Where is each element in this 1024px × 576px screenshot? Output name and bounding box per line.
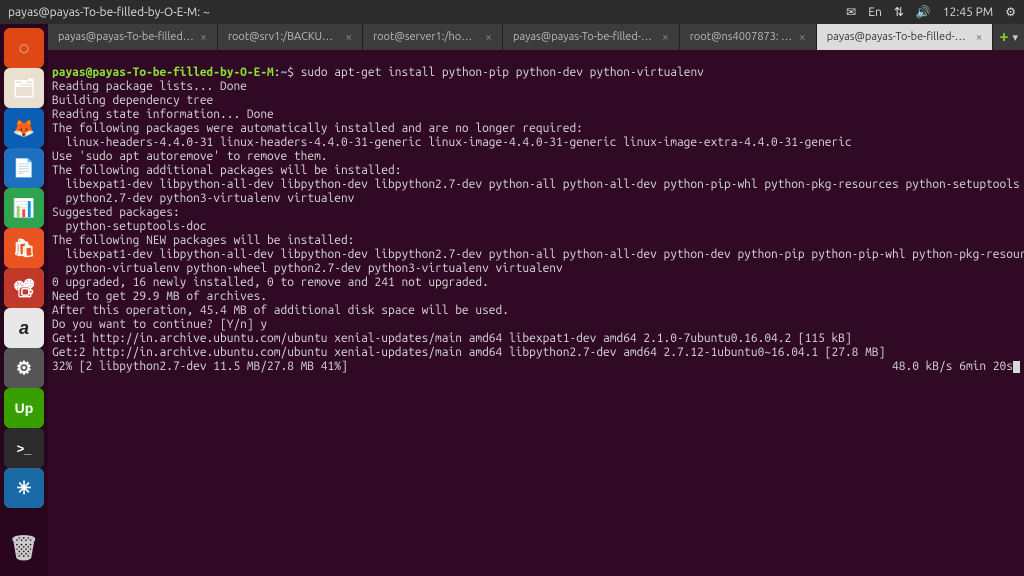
launcher-item-app-blue[interactable]: ✳ — [4, 468, 44, 508]
session-gear-icon[interactable]: ⚙ — [1005, 5, 1016, 19]
download-progress-left: 32% [2 libpython2.7-dev 11.5 MB/27.8 MB … — [52, 360, 348, 374]
tab-label: root@ns4007873: /var/tmp — [690, 31, 793, 43]
tab-close-icon[interactable]: × — [662, 31, 669, 44]
launcher-item-dash[interactable]: ◌ — [4, 28, 44, 68]
launcher-trash[interactable]: 🗑 — [4, 528, 44, 568]
terminal-tab-5[interactable]: payas@payas-To-be-filled-by-O-E-M: ~ × — [817, 24, 994, 50]
terminal-tab-1[interactable]: root@srv1:/BACKUP-D2/daily × — [218, 24, 363, 50]
launcher-item-impress[interactable]: 📽 — [4, 268, 44, 308]
launcher-item-settings[interactable]: ⚙ — [4, 348, 44, 388]
messaging-icon[interactable]: ✉ — [846, 5, 856, 19]
tab-close-icon[interactable]: × — [976, 31, 983, 44]
terminal-tabstrip: payas@payas-To-be-filled-by-O-E-M:×root@… — [48, 24, 1024, 50]
launcher-item-amazon[interactable]: a — [4, 308, 44, 348]
tab-label: payas@payas-To-be-filled-by-O-E-M: ~ — [513, 31, 656, 43]
tab-menu-button[interactable]: ▾ — [1012, 31, 1018, 44]
tab-close-icon[interactable]: × — [799, 31, 806, 44]
tab-label: root@server1:/home/admin — [373, 31, 479, 43]
terminal-viewport[interactable]: payas@payas-To-be-filled-by-O-E-M:~$ sud… — [48, 50, 1024, 576]
prompt-command: sudo apt-get install python-pip python-d… — [301, 66, 704, 79]
unity-launcher: ◌🗂🦊📄📊🛍📽a⚙Up>_✳ 🗑 — [0, 24, 48, 576]
launcher-item-calc[interactable]: 📊 — [4, 188, 44, 228]
volume-icon[interactable]: 🔊 — [916, 5, 931, 19]
clock[interactable]: 12:45 PM — [943, 6, 993, 19]
top-menubar: payas@payas-To-be-filled-by-O-E-M: ~ ✉ E… — [0, 0, 1024, 24]
launcher-item-software[interactable]: 🛍 — [4, 228, 44, 268]
terminal-tab-2[interactable]: root@server1:/home/admin × — [363, 24, 503, 50]
launcher-item-firefox[interactable]: 🦊 — [4, 108, 44, 148]
terminal-cursor — [1013, 361, 1020, 373]
prompt-userhost: payas@payas-To-be-filled-by-O-E-M — [52, 66, 274, 79]
terminal-tab-3[interactable]: payas@payas-To-be-filled-by-O-E-M: ~ × — [503, 24, 680, 50]
terminal-output: Reading package lists... Done Building d… — [52, 80, 1020, 360]
terminal-tab-4[interactable]: root@ns4007873: /var/tmp × — [680, 24, 817, 50]
prompt-symbol: $ — [287, 66, 294, 79]
launcher-item-upwork[interactable]: Up — [4, 388, 44, 428]
keyboard-layout-indicator[interactable]: En — [868, 6, 882, 19]
tab-close-icon[interactable]: × — [200, 31, 207, 44]
terminal-tab-0[interactable]: payas@payas-To-be-filled-by-O-E-M: × — [48, 24, 218, 50]
tab-close-icon[interactable]: × — [345, 31, 352, 44]
tab-label: root@srv1:/BACKUP-D2/daily — [228, 31, 339, 43]
download-progress-right: 48.0 kB/s 6min 20s — [892, 360, 1013, 373]
launcher-item-terminal[interactable]: >_ — [4, 428, 44, 468]
tab-label: payas@payas-To-be-filled-by-O-E-M: ~ — [827, 31, 970, 43]
window-title: payas@payas-To-be-filled-by-O-E-M: ~ — [8, 6, 210, 19]
tab-label: payas@payas-To-be-filled-by-O-E-M: — [58, 31, 194, 43]
tab-close-icon[interactable]: × — [485, 31, 492, 44]
network-icon[interactable]: ⇅ — [894, 5, 904, 19]
launcher-item-writer[interactable]: 📄 — [4, 148, 44, 188]
new-tab-button[interactable]: + — [999, 28, 1008, 46]
launcher-item-files[interactable]: 🗂 — [4, 68, 44, 108]
system-indicators: ✉ En ⇅ 🔊 12:45 PM ⚙ — [846, 5, 1016, 19]
terminal-window: payas@payas-To-be-filled-by-O-E-M:×root@… — [48, 24, 1024, 576]
